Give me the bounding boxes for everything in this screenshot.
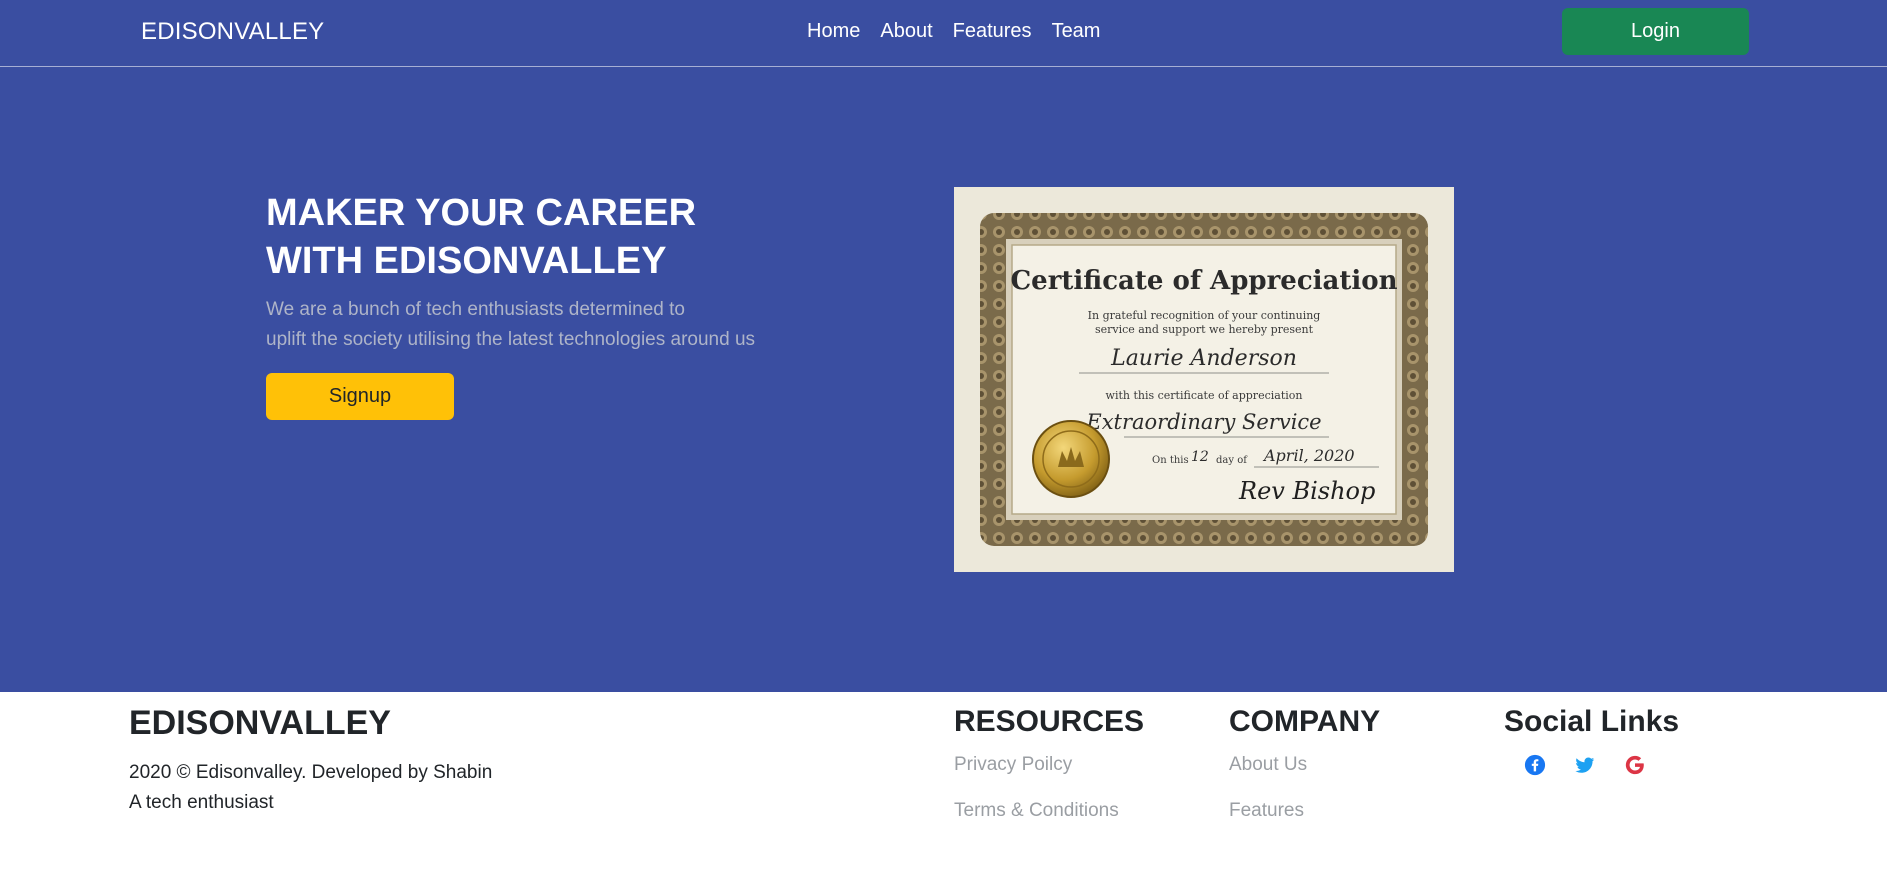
hero-subtitle-line: We are a bunch of tech enthusiasts deter… (266, 299, 685, 320)
social-icons (1504, 754, 1679, 776)
nav-link-about[interactable]: About (880, 20, 932, 43)
certificate-heading: Certificate of Appreciation (1010, 266, 1397, 296)
certificate-signature: Rev Bishop (1238, 477, 1375, 505)
footer-social: Social Links (1504, 704, 1679, 776)
signup-button[interactable]: Signup (266, 373, 454, 420)
footer-company-title: COMPANY (1229, 705, 1381, 738)
certificate-line: with this certificate of appreciation (1106, 389, 1303, 402)
nav-link-features[interactable]: Features (953, 20, 1032, 43)
certificate-award: Extraordinary Service (1085, 410, 1321, 434)
footer: EDISONVALLEY 2020 © Edisonvalley. Develo… (0, 692, 1887, 886)
footer-copyright-line: 2020 © Edisonvalley. Developed by Shabin (129, 762, 493, 783)
footer-social-title: Social Links (1504, 705, 1680, 738)
certificate-line: On this (1152, 455, 1189, 466)
nav-link-team[interactable]: Team (1052, 20, 1101, 43)
hero-title: MAKER YOUR CAREER WITH EDISONVALLEY (266, 189, 826, 285)
footer-link-about-us[interactable]: About Us (1229, 754, 1380, 776)
certificate-line: day of (1216, 455, 1248, 466)
certificate-date: April, 2020 (1262, 446, 1355, 465)
certificate-illustration: Certificate of Appreciation In grateful … (954, 187, 1454, 572)
footer-resources-title: RESOURCES (954, 705, 1145, 738)
brand-logo[interactable]: EDISONVALLEY (141, 18, 324, 46)
hero-section: MAKER YOUR CAREER WITH EDISONVALLEY We a… (0, 67, 1887, 692)
footer-brand: EDISONVALLEY (129, 704, 391, 742)
footer-link-terms[interactable]: Terms & Conditions (954, 800, 1144, 822)
certificate-line: In grateful recognition of your continui… (1088, 309, 1321, 322)
footer-resources: RESOURCES Privacy Poilcy Terms & Conditi… (954, 704, 1144, 822)
footer-copyright: 2020 © Edisonvalley. Developed by Shabin… (129, 758, 492, 818)
certificate-recipient: Laurie Anderson (1110, 346, 1297, 371)
nav-links: Home About Features Team (807, 20, 1100, 43)
footer-copyright-line: A tech enthusiast (129, 792, 274, 813)
certificate-image: Certificate of Appreciation In grateful … (954, 187, 1454, 572)
facebook-icon[interactable] (1524, 754, 1546, 776)
hero-subtitle-line: uplift the society utilising the latest … (266, 329, 756, 350)
hero-title-line: MAKER YOUR CAREER (266, 192, 697, 234)
hero-title-line: WITH EDISONVALLEY (266, 240, 667, 282)
certificate-line: service and support we hereby present (1095, 323, 1314, 336)
navbar: EDISONVALLEY Home About Features Team Lo… (0, 0, 1887, 67)
login-button[interactable]: Login (1562, 8, 1749, 55)
google-icon[interactable] (1624, 754, 1646, 776)
certificate-day: 12 (1191, 449, 1209, 465)
hero-subtitle: We are a bunch of tech enthusiasts deter… (266, 295, 826, 355)
nav-link-home[interactable]: Home (807, 20, 860, 43)
footer-company: COMPANY About Us Features (1229, 704, 1380, 822)
footer-link-features[interactable]: Features (1229, 800, 1380, 822)
footer-link-privacy[interactable]: Privacy Poilcy (954, 754, 1144, 776)
twitter-icon[interactable] (1574, 754, 1596, 776)
